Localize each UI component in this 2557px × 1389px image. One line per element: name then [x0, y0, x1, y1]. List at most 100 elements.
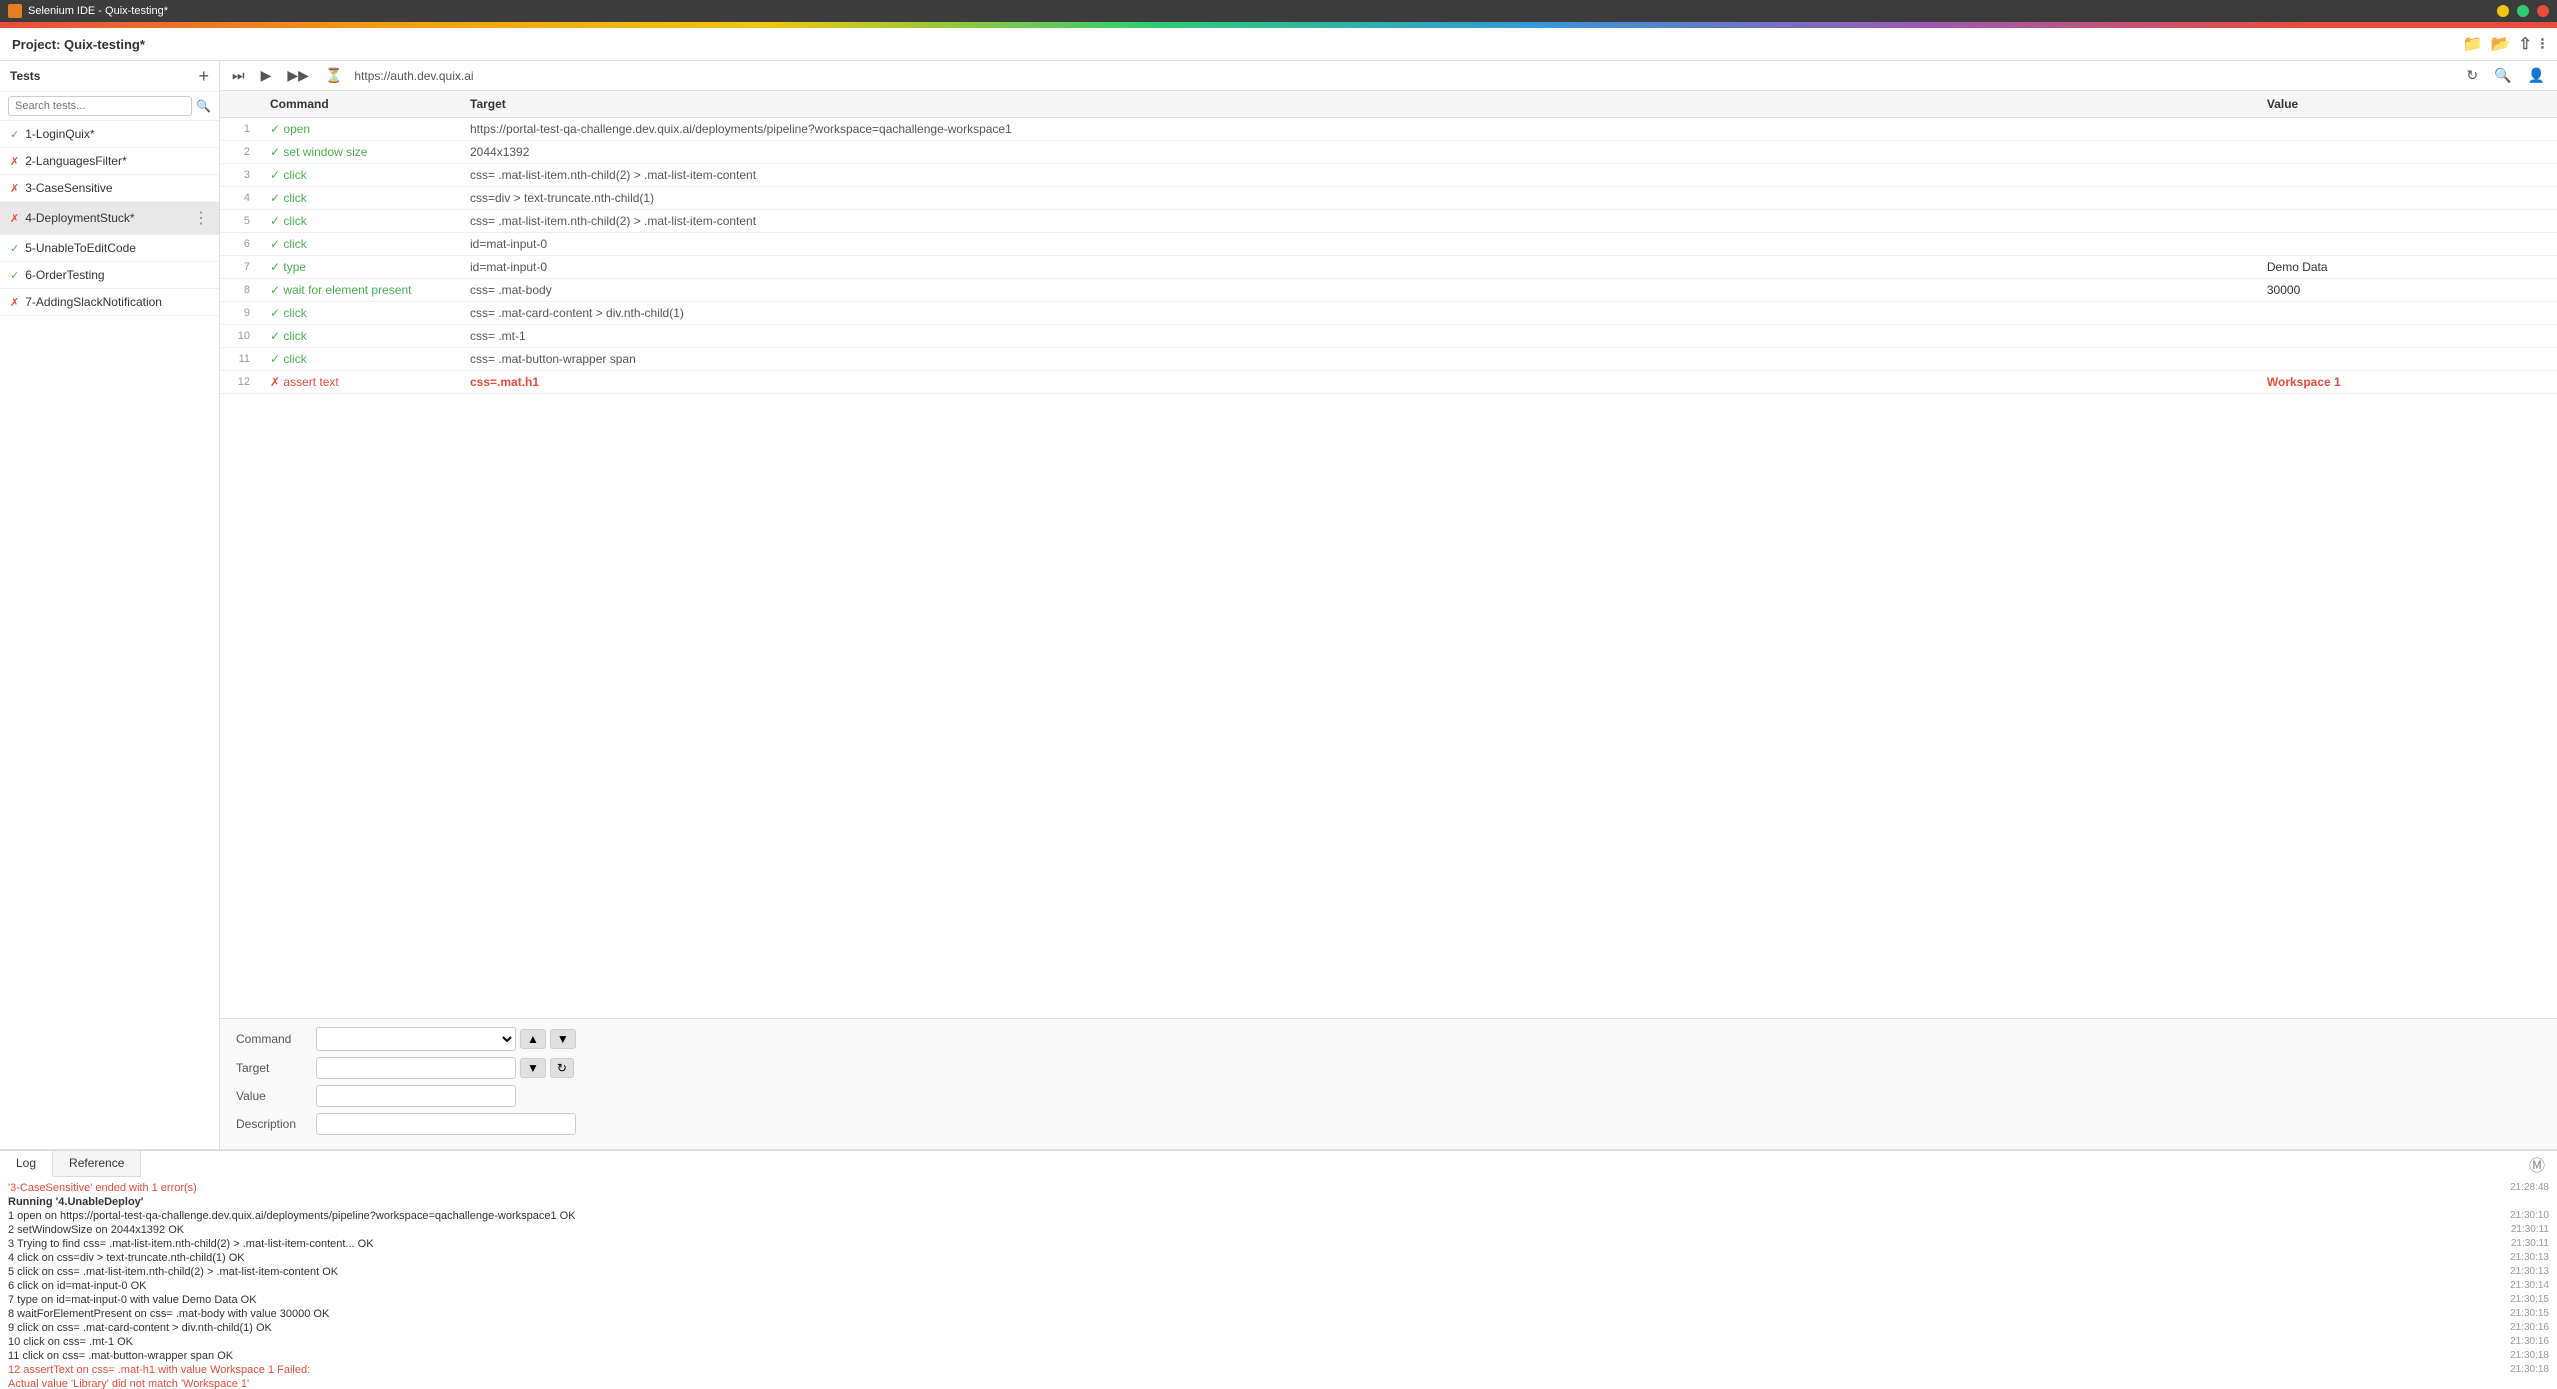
- target-input[interactable]: [316, 1057, 516, 1079]
- close-button[interactable]: [2537, 5, 2549, 17]
- value-input[interactable]: [316, 1085, 516, 1107]
- toolbar-right: ↻ 🔍 👤: [2462, 65, 2549, 86]
- editor-value-row: Value: [236, 1085, 2541, 1107]
- value-cell: Workspace 1: [2257, 371, 2557, 394]
- command-down-button[interactable]: ▼: [550, 1029, 576, 1049]
- table-row[interactable]: 2✓ set window size2044x1392: [220, 141, 2557, 164]
- log-entry-text: 5 click on css= .mat-list-item.nth-child…: [8, 1266, 338, 1278]
- table-row[interactable]: 10✓ clickcss= .mt-1: [220, 325, 2557, 348]
- row-number: 4: [220, 187, 260, 210]
- table-row[interactable]: 6✓ clickid=mat-input-0: [220, 233, 2557, 256]
- value-cell: [2257, 233, 2557, 256]
- target-cell: css= .mat-body: [460, 279, 2257, 302]
- main-layout: Tests + 🔍 ✓1-LoginQuix*✗2-LanguagesFilte…: [0, 61, 2557, 1149]
- log-entry-time: 21:30:10: [2510, 1210, 2549, 1222]
- maximize-button[interactable]: [2517, 5, 2529, 17]
- command-up-button[interactable]: ▲: [520, 1029, 546, 1049]
- search-toolbar-icon[interactable]: 🔍: [2490, 65, 2515, 86]
- play-button[interactable]: ▶: [257, 65, 276, 86]
- log-entry: 6 click on id=mat-input-0 OK21:30:14: [8, 1279, 2549, 1293]
- log-entry: 11 click on css= .mat-button-wrapper spa…: [8, 1349, 2549, 1363]
- user-icon[interactable]: 👤: [2524, 65, 2549, 86]
- timer-button[interactable]: ⏳: [321, 65, 346, 86]
- title-bar: Selenium IDE - Quix-testing*: [0, 0, 2557, 22]
- value-cell: [2257, 118, 2557, 141]
- step-over-button[interactable]: ⏭: [228, 65, 249, 86]
- sidebar-item-test-2[interactable]: ✗2-LanguagesFilter*: [0, 148, 219, 175]
- table-row[interactable]: 3✓ clickcss= .mat-list-item.nth-child(2)…: [220, 164, 2557, 187]
- table-row[interactable]: 4✓ clickcss=div > text-truncate.nth-chil…: [220, 187, 2557, 210]
- log-entry-time: 21:30:18: [2510, 1364, 2549, 1376]
- record-button[interactable]: ▶▶: [283, 65, 313, 86]
- reference-tab[interactable]: Reference: [53, 1151, 141, 1176]
- sidebar-item-test-1[interactable]: ✓ 1-LoginQuix*: [0, 121, 219, 148]
- log-entry-text: 2 setWindowSize on 2044x1392 OK: [8, 1224, 184, 1236]
- command-cell: ✓ type: [260, 256, 460, 279]
- log-entry-text: Running '4.UnableDeploy': [8, 1196, 143, 1208]
- command-input-wrap: ▲ ▼: [316, 1027, 576, 1051]
- test-status-icon: ✓: [10, 242, 19, 255]
- sidebar-item-test-4[interactable]: ✗4-DeploymentStuck*⋮: [0, 202, 219, 235]
- new-folder-icon[interactable]: 📂: [2491, 34, 2511, 54]
- target-cell: 2044x1392: [460, 141, 2257, 164]
- value-cell: [2257, 325, 2557, 348]
- log-entry: 9 click on css= .mat-card-content > div.…: [8, 1321, 2549, 1335]
- log-entry: 1 open on https://portal-test-qa-challen…: [8, 1209, 2549, 1223]
- command-select[interactable]: [316, 1027, 516, 1051]
- reset-icon[interactable]: ↻: [2462, 65, 2482, 86]
- command-cell: ✓ click: [260, 325, 460, 348]
- target-select-button[interactable]: ▼: [520, 1058, 546, 1078]
- window-controls[interactable]: [2497, 5, 2549, 17]
- log-close-icon[interactable]: Ⓜ: [2529, 1152, 2557, 1176]
- log-entry-time: 21:30:18: [2510, 1350, 2549, 1362]
- more-options-icon[interactable]: ⁝: [2540, 34, 2545, 54]
- table-row[interactable]: 7✓ typeid=mat-input-0Demo Data: [220, 256, 2557, 279]
- commands-area: Command Target Value 1✓ openhttps://port…: [220, 91, 2557, 1018]
- log-content: '3-CaseSensitive' ended with 1 error(s)2…: [0, 1177, 2557, 1389]
- test-status-icon: ✓: [10, 269, 19, 282]
- test-name-label: 7-AddingSlackNotification: [25, 295, 209, 309]
- log-entry: 3 Trying to find css= .mat-list-item.nth…: [8, 1237, 2549, 1251]
- row-number: 9: [220, 302, 260, 325]
- table-row[interactable]: 11✓ clickcss= .mat-button-wrapper span: [220, 348, 2557, 371]
- test-more-button[interactable]: ⋮: [193, 208, 209, 228]
- table-row[interactable]: 8✓ wait for element presentcss= .mat-bod…: [220, 279, 2557, 302]
- value-cell: [2257, 187, 2557, 210]
- top-toolbar: ⏭ ▶ ▶▶ ⏳ https://auth.dev.quix.ai ↻ 🔍 👤: [220, 61, 2557, 91]
- value-cell: [2257, 164, 2557, 187]
- row-number: 1: [220, 118, 260, 141]
- target-refresh-button[interactable]: ↻: [550, 1058, 574, 1078]
- sidebar-item-test-7[interactable]: ✗7-AddingSlackNotification: [0, 289, 219, 316]
- sidebar-item-test-6[interactable]: ✓6-OrderTesting: [0, 262, 219, 289]
- target-cell: css= .mat-list-item.nth-child(2) > .mat-…: [460, 164, 2257, 187]
- log-tab[interactable]: Log: [0, 1151, 53, 1177]
- log-entry: Running '4.UnableDeploy': [8, 1195, 2549, 1209]
- test-status-icon: ✗: [10, 212, 19, 225]
- description-label: Description: [236, 1117, 316, 1131]
- share-icon[interactable]: ⇧: [2519, 34, 2532, 54]
- log-entry-text: 10 click on css= .mt-1 OK: [8, 1336, 133, 1348]
- log-entry: 5 click on css= .mat-list-item.nth-child…: [8, 1265, 2549, 1279]
- log-entry-text: 4 click on css=div > text-truncate.nth-c…: [8, 1252, 245, 1264]
- sidebar-item-test-5[interactable]: ✓5-UnableToEditCode: [0, 235, 219, 262]
- test-status-icon: ✓: [10, 128, 19, 141]
- table-row[interactable]: 9✓ clickcss= .mat-card-content > div.nth…: [220, 302, 2557, 325]
- table-row[interactable]: 12✗ assert textcss=.mat.h1Workspace 1: [220, 371, 2557, 394]
- table-row[interactable]: 5✓ clickcss= .mat-list-item.nth-child(2)…: [220, 210, 2557, 233]
- minimize-button[interactable]: [2497, 5, 2509, 17]
- editor-description-row: Description: [236, 1113, 2541, 1135]
- search-input[interactable]: [8, 96, 192, 116]
- log-entry-text: 6 click on id=mat-input-0 OK: [8, 1280, 146, 1292]
- table-row[interactable]: 1✓ openhttps://portal-test-qa-challenge.…: [220, 118, 2557, 141]
- log-entry-text: Actual value 'Library' did not match 'Wo…: [8, 1378, 249, 1389]
- col-value: Value: [2257, 91, 2557, 118]
- description-input[interactable]: [316, 1113, 576, 1135]
- command-cell: ✓ click: [260, 210, 460, 233]
- sidebar-item-test-3[interactable]: ✗3-CaseSensitive: [0, 175, 219, 202]
- open-folder-icon[interactable]: 📁: [2463, 34, 2483, 54]
- row-number: 2: [220, 141, 260, 164]
- target-cell: id=mat-input-0: [460, 233, 2257, 256]
- content-area: ⏭ ▶ ▶▶ ⏳ https://auth.dev.quix.ai ↻ 🔍 👤 …: [220, 61, 2557, 1149]
- test-name-label: 1-LoginQuix*: [25, 127, 209, 141]
- add-test-button[interactable]: +: [198, 67, 209, 85]
